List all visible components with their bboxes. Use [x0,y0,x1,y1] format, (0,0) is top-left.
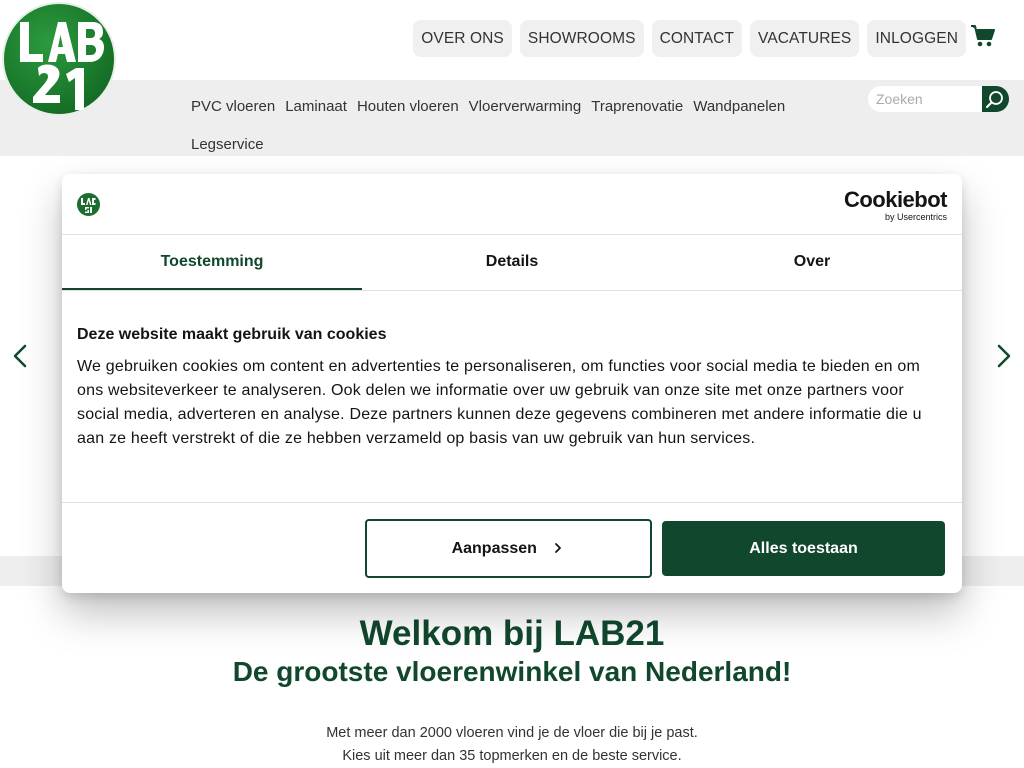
welcome-line-2: Kies uit meer dan 35 topmerken en de bes… [342,748,682,764]
cookiebot-name: Cookiebot [843,187,948,212]
chevron-right-small-icon [555,543,562,553]
customize-label: Aanpassen [451,540,537,557]
lab21-logo[interactable] [2,2,116,116]
dialog-tabs: Toestemming Details Over [62,235,962,291]
cat-traprenovatie[interactable]: Traprenovatie [591,88,683,126]
dialog-description: We gebruiken cookies om content en adver… [77,358,922,447]
dialog-body: Deze website maakt gebruik van cookies W… [62,291,962,503]
top-header: OVER ONS SHOWROOMS CONTACT VACATURES INL… [0,0,1024,80]
tab-toestemming[interactable]: Toestemming [62,235,362,290]
welcome-line-1: Met meer dan 2000 vloeren vind je de vlo… [326,725,698,741]
nav-vacatures[interactable]: VACATURES [750,20,860,57]
dialog-header: Cookiebot by Usercentrics [62,174,962,235]
nav-showrooms[interactable]: SHOWROOMS [519,20,644,57]
search-icon [986,91,1003,108]
customize-button[interactable]: Aanpassen [365,519,652,578]
welcome-title: Welkom bij LAB21 [359,614,665,653]
chevron-right-icon[interactable] [994,342,1014,370]
allow-all-button[interactable]: Alles toestaan [662,521,945,576]
lab21-mini-logo [77,193,100,216]
search-button[interactable] [982,86,1009,112]
nav-inloggen[interactable]: INLOGGEN [867,20,966,57]
chevron-left-icon[interactable] [10,342,30,370]
cat-wandpanelen[interactable]: Wandpanelen [693,88,785,126]
page: OVER ONS SHOWROOMS CONTACT VACATURES INL… [0,0,1024,768]
welcome-text: Met meer dan 2000 vloeren vind je de vlo… [0,722,1024,768]
cat-houten-vloeren[interactable]: Houten vloeren [357,88,459,126]
nav-contact[interactable]: CONTACT [651,20,743,57]
cat-laminaat[interactable]: Laminaat [285,88,347,126]
welcome-section: Welkom bij LAB21 De grootste vloerenwink… [0,612,1024,768]
welcome-subtitle: De grootste vloerenwinkel van Nederland! [232,656,792,687]
category-nav: PVC vloeren Laminaat Houten vloeren Vloe… [191,88,851,164]
top-nav: OVER ONS SHOWROOMS CONTACT VACATURES INL… [413,20,966,57]
dialog-title: Deze website maakt gebruik van cookies [77,326,387,343]
lab21-mini-logo-mark [81,198,96,213]
cat-pvc-vloeren[interactable]: PVC vloeren [191,88,275,126]
cookiebot-brand[interactable]: Cookiebot by Usercentrics [843,187,948,223]
lab21-logo-mark [20,22,104,110]
cookie-consent-dialog: Cookiebot by Usercentrics Toestemming De… [62,174,962,593]
tab-details[interactable]: Details [362,235,662,290]
cookiebot-sub: by Usercentrics [884,212,947,222]
tab-over[interactable]: Over [662,235,962,290]
cat-vloerverwarming[interactable]: Vloerverwarming [469,88,582,126]
search-box [868,86,982,112]
nav-over-ons[interactable]: OVER ONS [413,20,512,57]
cart-icon[interactable] [970,24,996,48]
search-input[interactable] [868,86,982,112]
